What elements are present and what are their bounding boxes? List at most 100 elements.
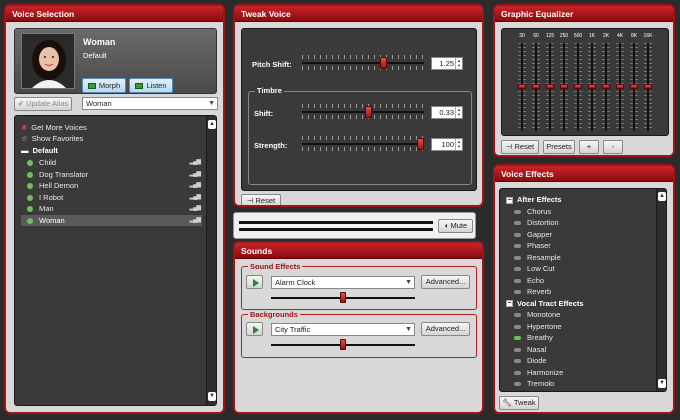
collapse-icon[interactable]: −	[506, 300, 513, 308]
effect-item[interactable]: Gapper	[514, 229, 552, 240]
effect-item[interactable]: Hypertone	[514, 321, 562, 332]
eq-add-preset-button[interactable]: +	[579, 140, 599, 154]
morph-button[interactable]: Morph	[82, 78, 126, 93]
strength-thumb[interactable]	[417, 138, 424, 150]
eq-thumb[interactable]	[546, 84, 554, 89]
effect-toggle-icon[interactable]	[514, 232, 521, 237]
alias-select[interactable]: Woman ▼	[82, 97, 218, 110]
sound-effects-select[interactable]: Alarm Clock ▼	[271, 276, 415, 289]
effect-toggle-icon[interactable]	[514, 209, 521, 214]
voice-list-item[interactable]: I Robot ▂▄▆	[21, 192, 202, 203]
effect-item[interactable]: Distortion	[514, 217, 559, 228]
strength-slider[interactable]	[302, 136, 424, 152]
eq-band-slider[interactable]	[616, 43, 624, 131]
eq-band-slider[interactable]	[630, 43, 638, 131]
listen-button[interactable]: Listen	[129, 78, 173, 93]
eq-band-slider[interactable]	[588, 43, 596, 131]
effects-group-header[interactable]: − Vocal Tract Effects	[506, 298, 584, 309]
eq-band-slider[interactable]	[560, 43, 568, 131]
effect-toggle-icon[interactable]	[514, 370, 521, 375]
effect-item[interactable]: Reverb	[514, 286, 551, 297]
effect-toggle-icon[interactable]	[514, 382, 521, 387]
show-favorites-link[interactable]: ☆ Show Favorites	[21, 133, 202, 144]
eq-band-slider[interactable]	[602, 43, 610, 131]
effect-item[interactable]: Nasal	[514, 344, 546, 355]
effects-group-header[interactable]: − After Effects	[506, 194, 562, 205]
effect-toggle-icon[interactable]	[514, 313, 521, 318]
scroll-down-icon[interactable]: ▼	[658, 379, 666, 388]
effect-toggle-icon[interactable]	[514, 347, 521, 352]
sound-effects-volume-slider[interactable]	[271, 292, 415, 304]
eq-reset-button[interactable]: ⊣ Reset	[501, 140, 539, 154]
sound-effects-play-button[interactable]	[246, 275, 263, 289]
effect-item[interactable]: Diode	[514, 355, 547, 366]
eq-band-slider[interactable]	[532, 43, 540, 131]
effect-item[interactable]: Breathy	[514, 332, 553, 343]
mute-button[interactable]: ◖ Mute	[438, 219, 473, 233]
eq-band-slider[interactable]	[644, 43, 652, 131]
eq-thumb[interactable]	[518, 84, 526, 89]
eq-thumb[interactable]	[602, 84, 610, 89]
effect-item[interactable]: Tremolo	[514, 378, 554, 389]
eq-band-slider[interactable]	[518, 43, 526, 131]
eq-thumb[interactable]	[644, 84, 652, 89]
effect-toggle-icon[interactable]	[514, 324, 521, 329]
backgrounds-play-button[interactable]	[246, 322, 263, 336]
shift-spinbox[interactable]: 0.33 ▲ ▼	[431, 106, 463, 119]
eq-presets-button[interactable]: Presets	[543, 140, 575, 154]
voice-list-scrollbar[interactable]: ▲ ▼	[206, 116, 216, 405]
effect-toggle-icon[interactable]	[514, 255, 521, 260]
backgrounds-select[interactable]: City Traffic ▼	[271, 323, 415, 336]
effect-item[interactable]: Harmonize	[514, 367, 563, 378]
effect-toggle-icon[interactable]	[514, 244, 521, 249]
voice-list-item[interactable]: Hell Demon ▂▄▆	[21, 180, 202, 191]
eq-thumb[interactable]	[588, 84, 596, 89]
effect-toggle-icon[interactable]	[514, 336, 521, 341]
effect-item[interactable]: Echo	[514, 275, 544, 286]
effect-item[interactable]: Phaser	[514, 240, 551, 251]
scroll-down-icon[interactable]: ▼	[208, 392, 216, 401]
shift-slider[interactable]	[302, 104, 424, 120]
eq-thumb[interactable]	[560, 84, 568, 89]
scroll-up-icon[interactable]: ▲	[208, 120, 216, 129]
backgrounds-volume-slider[interactable]	[271, 339, 415, 351]
effects-tweak-button[interactable]: 🔧︎ Tweak	[499, 396, 539, 410]
effect-toggle-icon[interactable]	[514, 221, 521, 226]
effect-toggle-icon[interactable]	[514, 290, 521, 295]
effect-toggle-icon[interactable]	[514, 359, 521, 364]
eq-thumb[interactable]	[616, 84, 624, 89]
sound-effects-volume-thumb[interactable]	[340, 292, 346, 303]
effect-toggle-icon[interactable]	[514, 267, 521, 272]
voice-list-item[interactable]: Dog Translator ▂▄▆	[21, 169, 202, 180]
effect-item[interactable]: Resample	[514, 252, 561, 263]
pitch-slider[interactable]	[302, 55, 424, 71]
eq-remove-preset-button[interactable]: -	[603, 140, 623, 154]
collapse-icon[interactable]: −	[506, 196, 513, 204]
effect-item[interactable]: Chorus	[514, 206, 551, 217]
strength-spinbox[interactable]: 100 ▲ ▼	[431, 138, 463, 151]
update-alias-button[interactable]: ✔ Update Alias	[14, 97, 72, 111]
effect-item[interactable]: Low Cut	[514, 263, 555, 274]
scroll-up-icon[interactable]: ▲	[658, 192, 666, 201]
effects-scrollbar[interactable]: ▲ ▼	[656, 189, 666, 391]
eq-band-slider[interactable]	[546, 43, 554, 131]
spin-arrows-icon[interactable]: ▲ ▼	[455, 107, 462, 118]
eq-band-slider[interactable]	[574, 43, 582, 131]
eq-thumb[interactable]	[630, 84, 638, 89]
shift-thumb[interactable]	[365, 106, 372, 118]
voice-list-item[interactable]: Child ▂▄▆	[21, 157, 202, 168]
spin-arrows-icon[interactable]: ▲ ▼	[455, 139, 462, 150]
voice-list-item[interactable]: Man ▂▄▆	[21, 203, 202, 214]
voice-group-default[interactable]: ▬ Default	[21, 145, 202, 156]
voice-list-item[interactable]: Woman ▂▄▆	[21, 214, 202, 226]
eq-thumb[interactable]	[532, 84, 540, 89]
eq-thumb[interactable]	[574, 84, 582, 89]
pitch-thumb[interactable]	[380, 57, 387, 69]
tweak-reset-button[interactable]: ⊣ Reset	[241, 194, 281, 205]
get-more-voices-link[interactable]: ✱ Get More Voices	[21, 122, 202, 133]
effect-item[interactable]: Monotone	[514, 309, 560, 320]
backgrounds-advanced-button[interactable]: Advanced...	[421, 322, 470, 336]
backgrounds-volume-thumb[interactable]	[340, 339, 346, 350]
spin-arrows-icon[interactable]: ▲ ▼	[455, 58, 462, 69]
sound-effects-advanced-button[interactable]: Advanced...	[421, 275, 470, 289]
